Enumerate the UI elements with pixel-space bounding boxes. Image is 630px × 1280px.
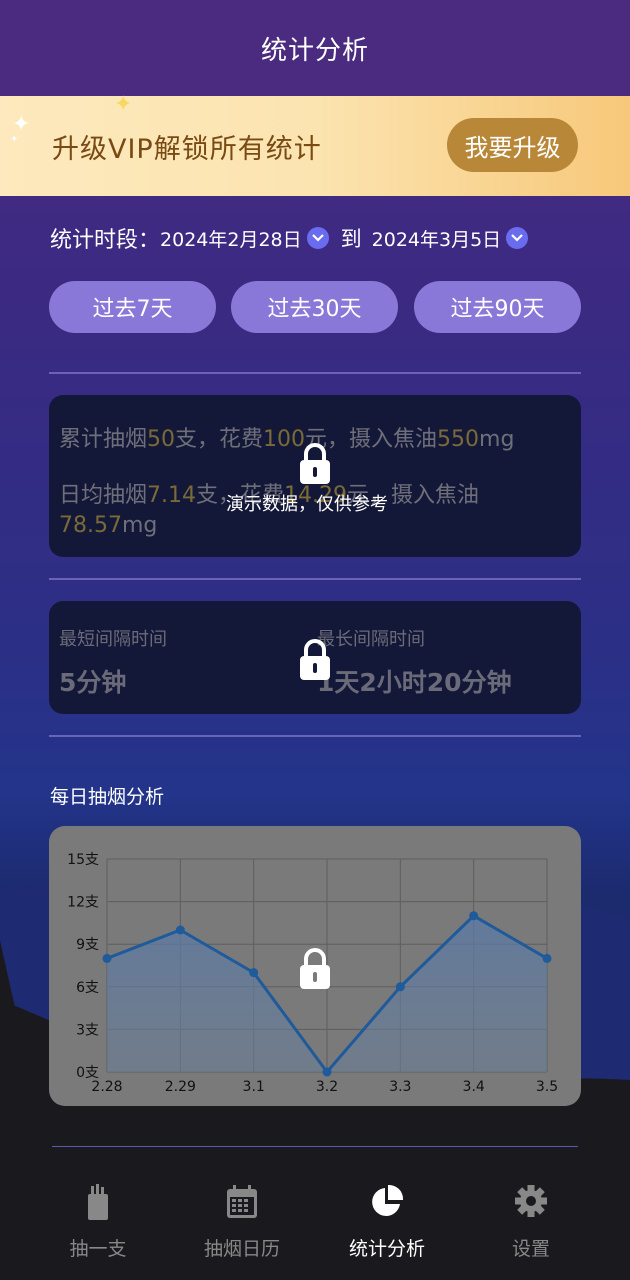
cigarette-pack-icon [88, 1184, 108, 1220]
range-buttons: 过去7天 过去30天 过去90天 [49, 281, 581, 333]
vip-banner[interactable]: ✦ ✦ ✦ 升级VIP解锁所有统计 我要升级 [0, 92, 630, 196]
period-label: 统计时段： [50, 228, 161, 253]
start-date[interactable]: 2024年2月28日 [160, 225, 302, 252]
shortest-interval-value: 5分钟 [59, 668, 127, 697]
demo-data-note: 演示数据，仅供参考 [226, 494, 388, 515]
x-tick-label: 2.29 [165, 1079, 196, 1095]
data-point [469, 911, 479, 921]
lock-icon [300, 948, 330, 989]
average-count: 7.14 [147, 483, 196, 508]
tab-statistics[interactable]: 统计分析 [327, 1184, 447, 1264]
y-tick-label: 15支 [67, 852, 99, 868]
data-point [395, 982, 405, 992]
tab-label: 抽烟日历 [203, 1238, 280, 1260]
summary-text: mg [479, 427, 515, 452]
tab-label: 设置 [511, 1238, 550, 1260]
chevron-down-icon[interactable] [506, 227, 529, 249]
divider [49, 372, 581, 374]
summary-text: mg [121, 513, 158, 538]
x-tick-label: 3.2 [316, 1079, 338, 1095]
pie-chart-icon [372, 1184, 404, 1216]
bottom-tab-bar: 抽一支 抽烟日历 统计分析 设置 [0, 1146, 630, 1280]
lock-icon [300, 443, 330, 484]
total-count: 50 [147, 427, 176, 452]
period-to-label: 到 [340, 227, 362, 251]
data-point [249, 968, 259, 978]
vip-banner-text: 升级VIP解锁所有统计 [52, 133, 322, 165]
x-tick-label: 2.28 [91, 1079, 122, 1095]
tab-bar-divider [52, 1146, 578, 1147]
x-tick-label: 3.1 [243, 1079, 265, 1095]
summary-text: 累计抽烟 [59, 427, 148, 452]
data-point [322, 1067, 332, 1077]
summary-text: 日均抽烟 [59, 483, 148, 508]
divider [49, 578, 581, 580]
calendar-icon [227, 1185, 257, 1218]
divider [49, 735, 581, 737]
tab-settings[interactable]: 设置 [471, 1184, 591, 1264]
summary-text: 支，花费 [175, 427, 264, 452]
summary-card: 累计抽烟50支，花费100元，摄入焦油550mg 日均抽烟7.14支，花费14.… [49, 395, 581, 557]
average-tar: 78.57 [59, 513, 122, 538]
page-title: 统计分析 [260, 35, 369, 66]
daily-analysis-title: 每日抽烟分析 [50, 786, 165, 808]
period-selector: 统计时段： 2024年2月28日 到 2024年3月5日 [50, 218, 590, 258]
y-tick-label: 3支 [76, 1022, 99, 1038]
chevron-down-icon[interactable] [306, 227, 329, 249]
y-tick-label: 12支 [67, 895, 99, 911]
top-bar: 统计分析 [0, 0, 630, 96]
lock-icon [300, 639, 330, 680]
longest-interval-value: 1天2小时20分钟 [317, 668, 512, 697]
upgrade-button[interactable]: 我要升级 [447, 118, 578, 172]
end-date[interactable]: 2024年3月5日 [372, 225, 502, 252]
gear-icon [515, 1185, 547, 1217]
range-30-days-button[interactable]: 过去30天 [231, 281, 398, 333]
data-point [175, 925, 185, 935]
summary-total-line: 累计抽烟50支，花费100元，摄入焦油550mg [59, 421, 514, 453]
daily-smoking-chart: 0支 3支 6支 9支 12支 15支 2.28 2.29 3.1 3.2 3.3 3.4 3.5 [49, 826, 581, 1106]
range-90-days-button[interactable]: 过去90天 [414, 281, 581, 333]
interval-card: 最短间隔时间 5分钟 最长间隔时间 1天2小时20分钟 [49, 601, 581, 714]
sparkle-icon: ✦ [114, 92, 133, 117]
y-tick-label: 6支 [76, 980, 99, 996]
tab-label: 抽一支 [69, 1238, 127, 1260]
tab-smoke-one[interactable]: 抽一支 [38, 1184, 158, 1264]
tab-calendar[interactable]: 抽烟日历 [182, 1184, 302, 1264]
data-point [542, 953, 552, 963]
tab-label: 统计分析 [348, 1238, 425, 1260]
x-tick-label: 3.3 [389, 1079, 411, 1095]
x-tick-label: 3.4 [463, 1079, 485, 1095]
sparkle-icon: ✦ [10, 134, 19, 145]
data-point [102, 953, 112, 963]
y-tick-label: 9支 [76, 937, 99, 953]
longest-interval-label: 最长间隔时间 [317, 629, 425, 650]
x-tick-label: 3.5 [536, 1079, 558, 1095]
total-tar: 550 [437, 427, 480, 452]
range-7-days-button[interactable]: 过去7天 [49, 281, 216, 333]
shortest-interval-label: 最短间隔时间 [59, 629, 167, 650]
